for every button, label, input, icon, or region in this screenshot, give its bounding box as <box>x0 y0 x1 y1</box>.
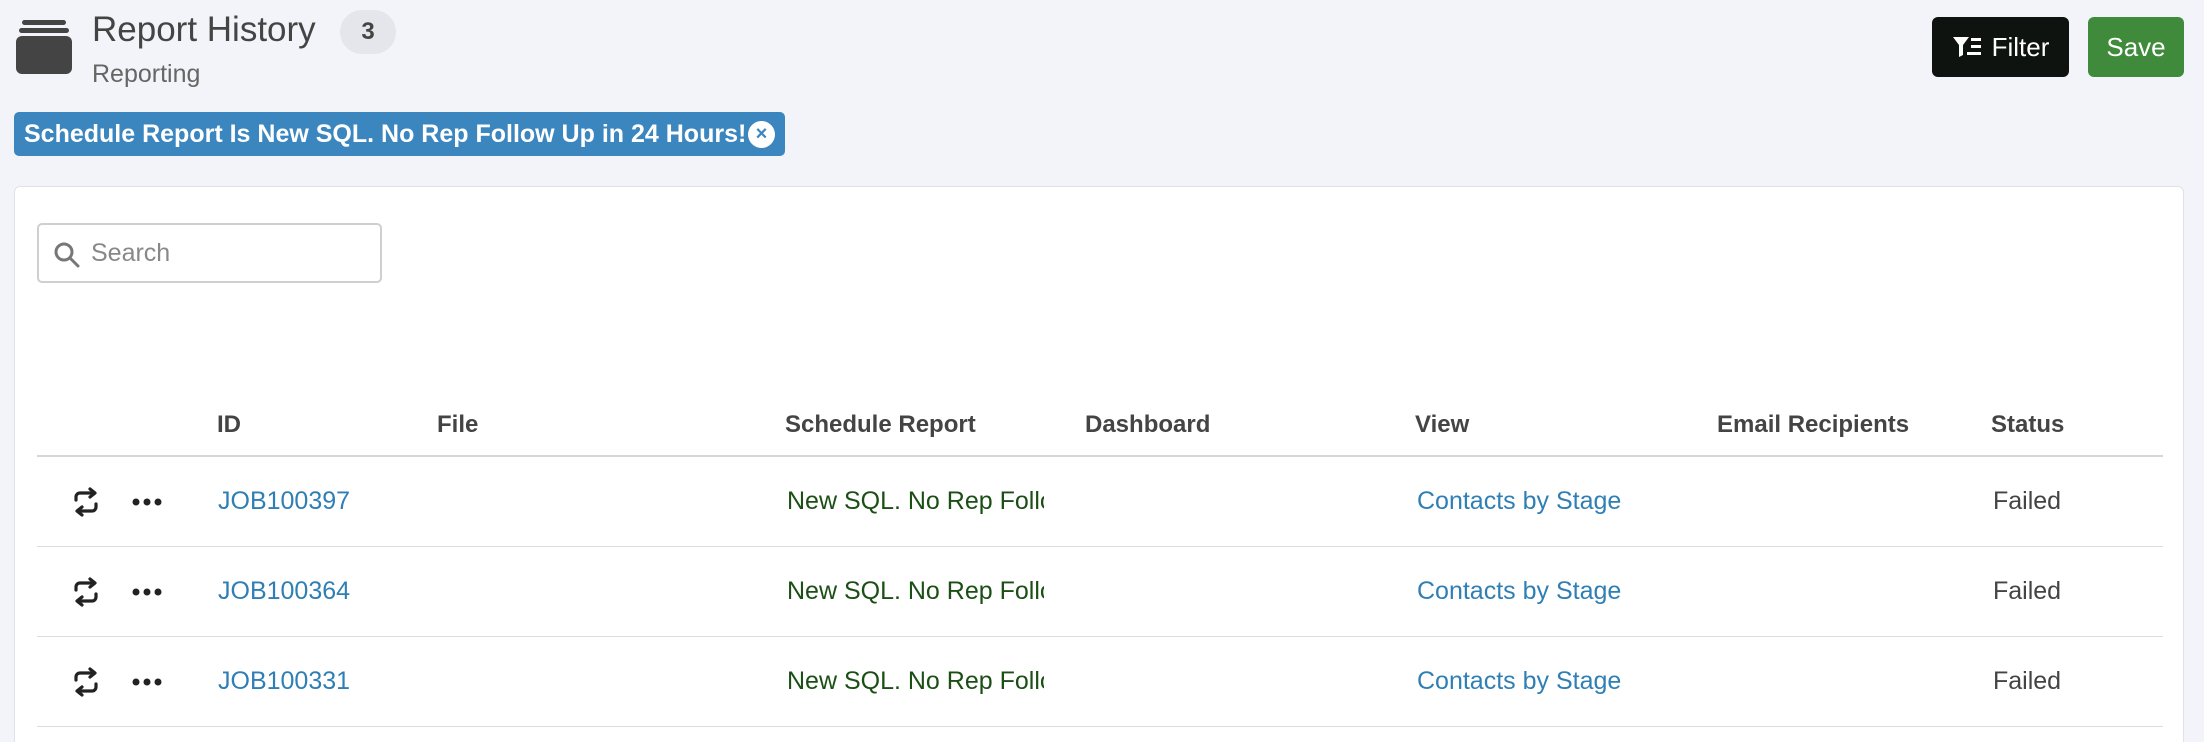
count-badge: 3 <box>340 10 396 54</box>
report-table: ID File Schedule Report Dashboard View E… <box>37 397 2163 727</box>
search-icon <box>54 242 80 268</box>
status-cell: Failed <box>1993 577 2062 605</box>
rerun-icon[interactable] <box>69 485 103 519</box>
schedule-report-cell: New SQL. No Rep Follow Up in 24 Hours! <box>787 667 1044 695</box>
status-cell: Failed <box>1993 667 2062 695</box>
page-header: Report History 3 Reporting Filter Save <box>0 0 2204 100</box>
active-filter-chip: Schedule Report Is New SQL. No Rep Follo… <box>14 112 785 156</box>
save-button[interactable]: Save <box>2088 17 2184 77</box>
schedule-report-cell: New SQL. No Rep Follow Up in 24 Hours! <box>787 487 1044 515</box>
more-options-icon[interactable] <box>130 575 164 609</box>
view-link[interactable]: Contacts by Stage <box>1417 667 1621 696</box>
close-icon[interactable]: × <box>748 121 775 148</box>
job-id-link[interactable]: JOB100397 <box>218 487 350 516</box>
search-box <box>37 223 382 283</box>
filter-button-label: Filter <box>1991 31 2050 62</box>
column-header-file[interactable]: File <box>437 411 478 439</box>
job-id-link[interactable]: JOB100331 <box>218 667 350 696</box>
column-header-view[interactable]: View <box>1415 411 1469 439</box>
view-link[interactable]: Contacts by Stage <box>1417 487 1621 516</box>
active-filter-label: Schedule Report Is New SQL. No Rep Follo… <box>24 119 747 148</box>
filter-icon <box>1952 37 1981 57</box>
more-options-icon[interactable] <box>130 665 164 699</box>
column-header-dashboard[interactable]: Dashboard <box>1085 411 1210 439</box>
table-row: JOB100331 New SQL. No Rep Follow Up in 2… <box>37 637 2163 727</box>
column-header-id[interactable]: ID <box>217 411 241 439</box>
page-title: Report History <box>92 10 316 49</box>
column-header-schedule-report[interactable]: Schedule Report <box>785 411 976 439</box>
page-subtitle: Reporting <box>92 60 201 88</box>
view-link[interactable]: Contacts by Stage <box>1417 577 1621 606</box>
status-cell: Failed <box>1993 487 2062 515</box>
table-header: ID File Schedule Report Dashboard View E… <box>37 397 2163 457</box>
search-input[interactable] <box>91 227 371 279</box>
schedule-report-cell: New SQL. No Rep Follow Up in 24 Hours! <box>787 577 1044 605</box>
table-row: JOB100364 New SQL. No Rep Follow Up in 2… <box>37 547 2163 637</box>
column-header-status[interactable]: Status <box>1991 411 2064 439</box>
more-options-icon[interactable] <box>130 485 164 519</box>
stack-icon <box>16 20 72 74</box>
report-history-card: ID File Schedule Report Dashboard View E… <box>14 186 2184 742</box>
table-row: JOB100397 New SQL. No Rep Follow Up in 2… <box>37 457 2163 547</box>
filter-button[interactable]: Filter <box>1932 17 2069 77</box>
job-id-link[interactable]: JOB100364 <box>218 577 350 606</box>
rerun-icon[interactable] <box>69 665 103 699</box>
rerun-icon[interactable] <box>69 575 103 609</box>
save-button-label: Save <box>2106 31 2166 62</box>
column-header-email-recipients[interactable]: Email Recipients <box>1717 411 1909 439</box>
